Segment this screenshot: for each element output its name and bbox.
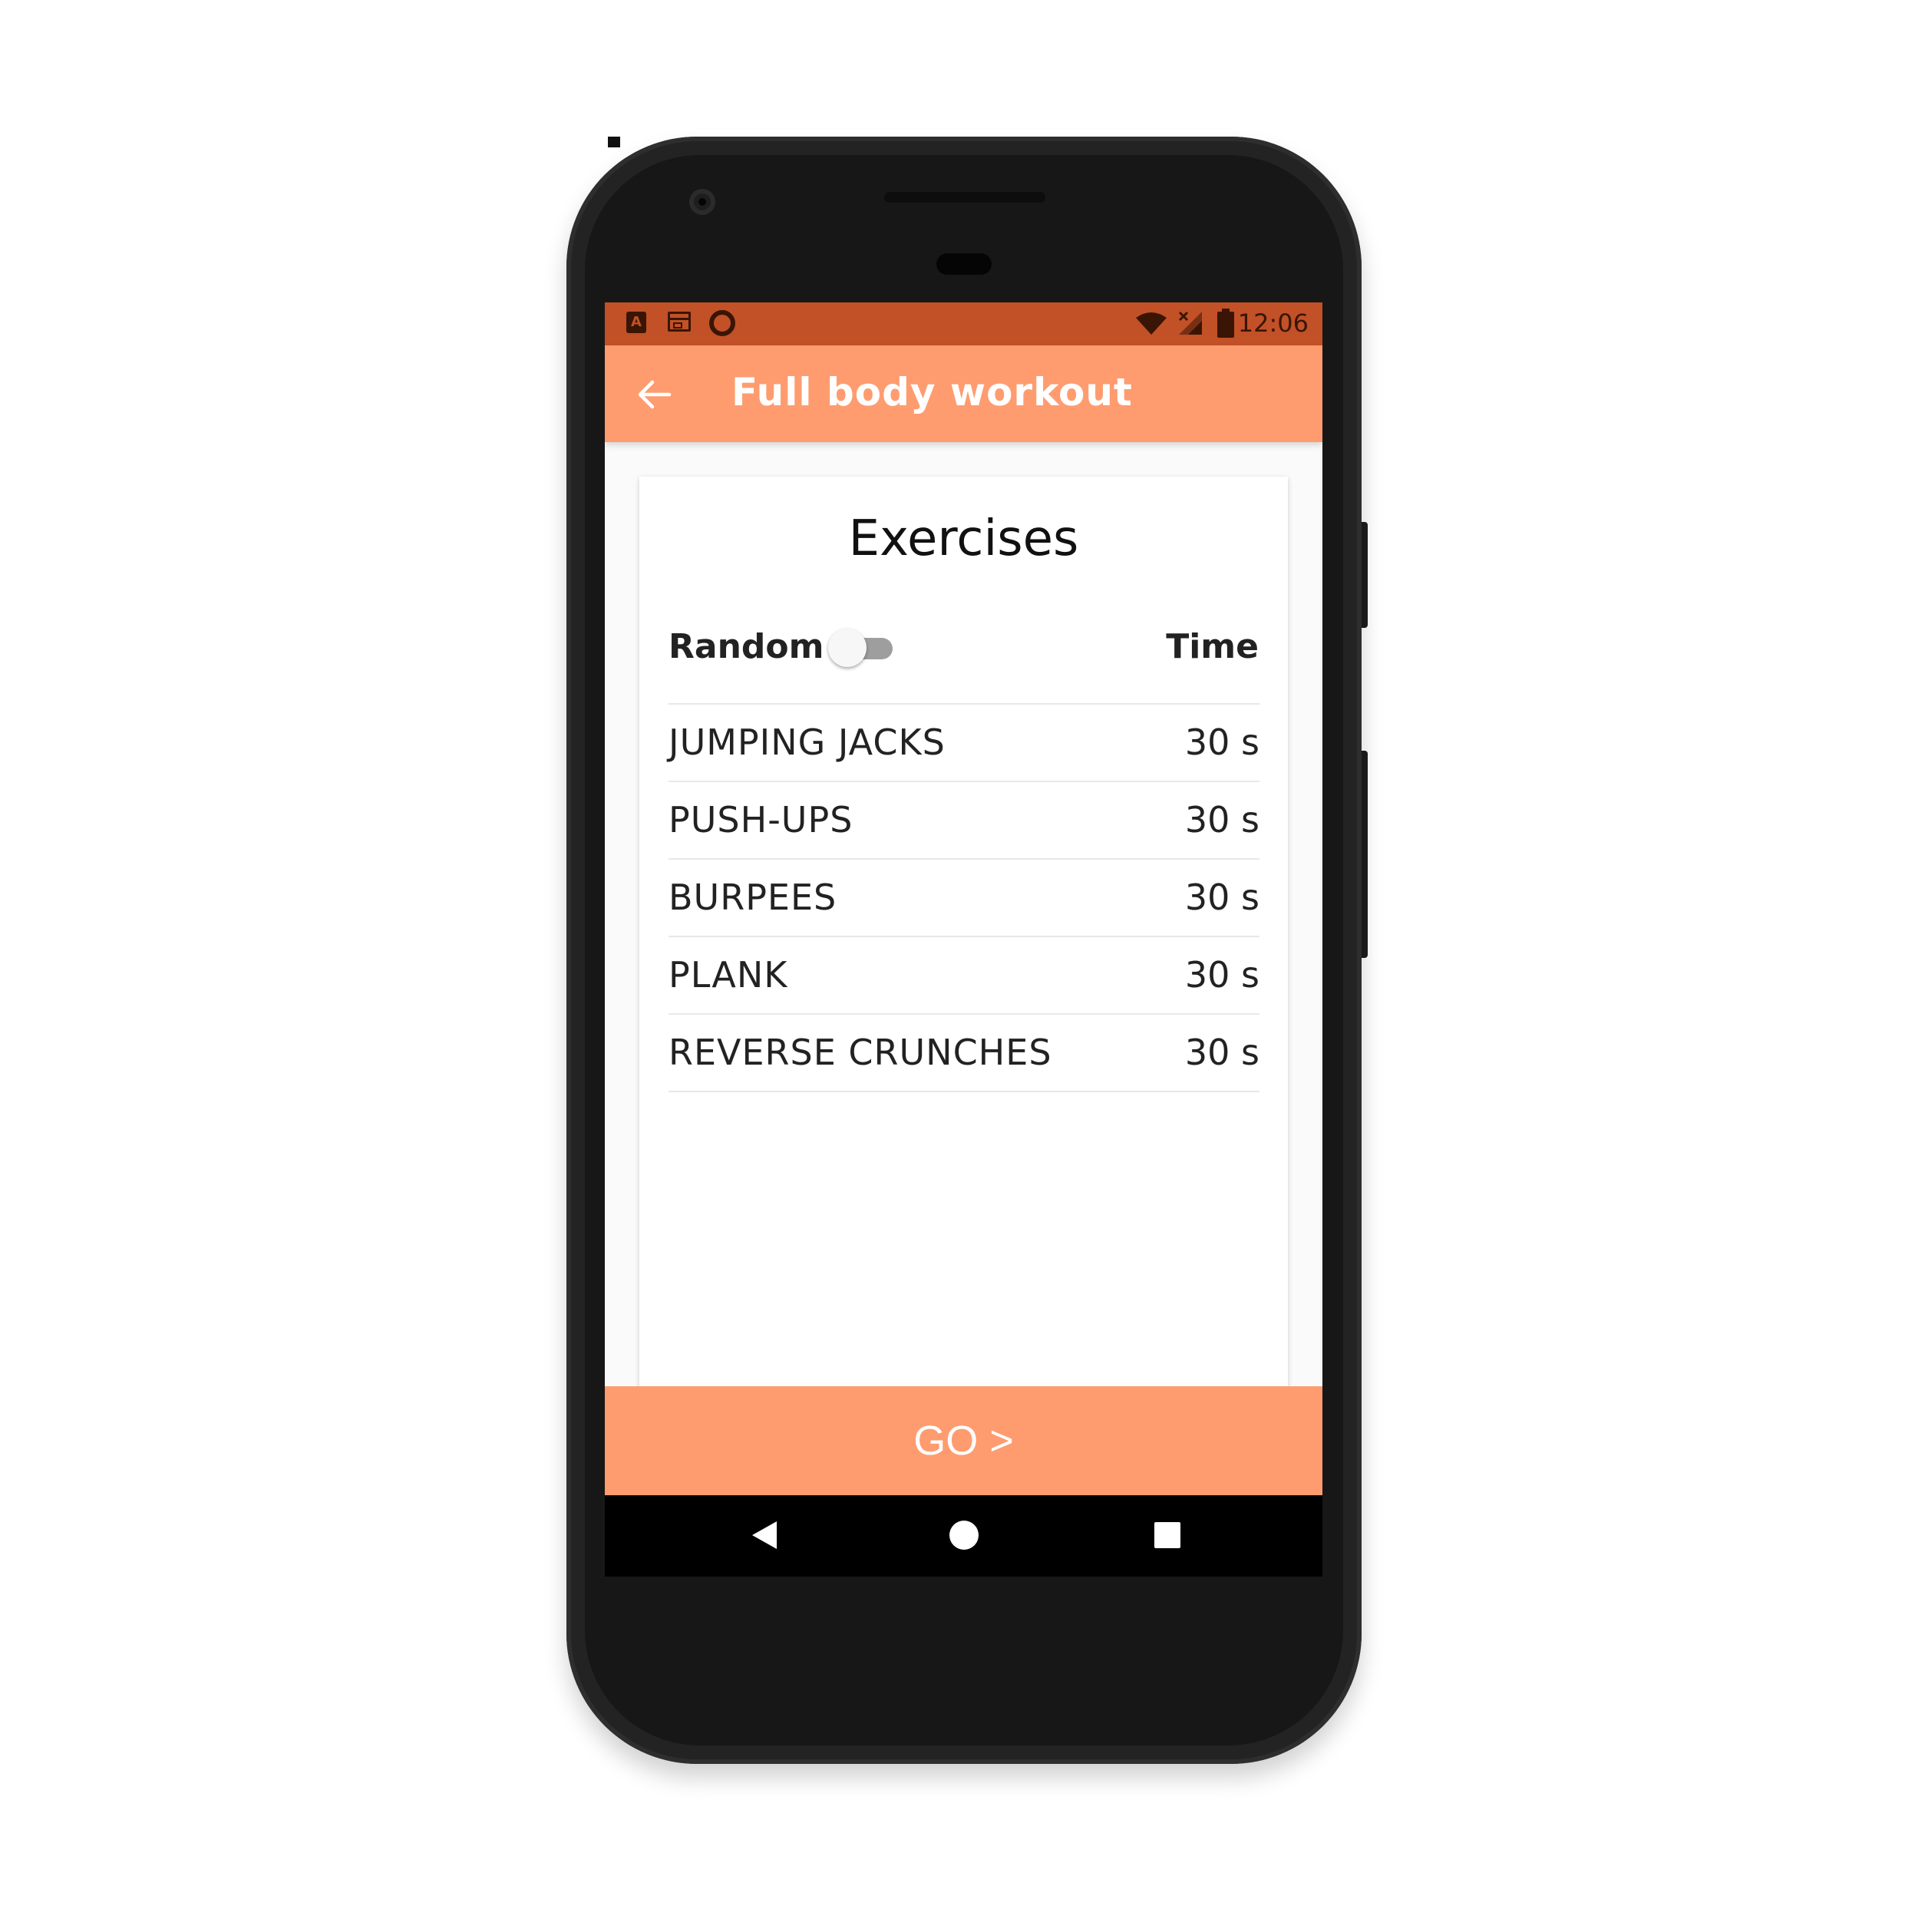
card-title: Exercises (848, 510, 1079, 567)
ring-icon (709, 310, 735, 336)
navigation-bar (605, 1495, 1322, 1577)
front-camera (689, 189, 715, 215)
page-title: Full body workout (731, 370, 1133, 414)
list-item[interactable]: PLANK 30 s (669, 936, 1259, 1013)
status-bar: A 12:06 (605, 302, 1322, 345)
nav-back-icon[interactable] (749, 1520, 780, 1551)
random-toggle[interactable] (828, 629, 893, 667)
exercise-name: PUSH-UPS (669, 799, 853, 841)
exercise-time: 30 s (1184, 722, 1259, 763)
nav-recents-icon[interactable] (1154, 1522, 1180, 1548)
calendar-icon (668, 312, 691, 332)
exercises-card: Exercises Random Time JUMPING JACKS 30 s… (639, 477, 1288, 1398)
status-time: 12:06 (1237, 309, 1309, 338)
nav-home-icon[interactable] (949, 1521, 979, 1550)
exercise-list: JUMPING JACKS 30 s PUSH-UPS 30 s BURPEES… (669, 703, 1259, 1092)
app-bar: Full body workout (605, 345, 1322, 442)
go-button-label: GO > (913, 1418, 1014, 1464)
exercise-time: 30 s (1184, 877, 1259, 918)
exercise-name: PLANK (669, 954, 788, 996)
list-item[interactable]: REVERSE CRUNCHES 30 s (669, 1013, 1259, 1092)
proximity-sensor (936, 253, 992, 275)
exercise-time: 30 s (1184, 799, 1259, 841)
random-label: Random (669, 627, 824, 666)
phone-top-notch (608, 137, 620, 147)
exercise-time: 30 s (1184, 954, 1259, 996)
battery-icon (1217, 309, 1234, 338)
exercise-name: REVERSE CRUNCHES (669, 1032, 1052, 1073)
arrow-back-icon[interactable] (636, 378, 674, 411)
exercise-name: BURPEES (669, 877, 837, 918)
list-item[interactable]: PUSH-UPS 30 s (669, 781, 1259, 858)
go-button[interactable]: GO > (605, 1386, 1322, 1495)
wifi-icon (1136, 312, 1167, 335)
earpiece-speaker (884, 192, 1045, 203)
phone-screen: A 12:06 Full body workout Exercises Rand… (605, 302, 1322, 1577)
list-item[interactable]: JUMPING JACKS 30 s (669, 703, 1259, 781)
signal-icon (1178, 311, 1202, 335)
toggle-thumb (828, 629, 867, 667)
app-a-icon: A (626, 312, 646, 333)
exercise-time: 30 s (1184, 1032, 1259, 1073)
time-header: Time (1166, 627, 1259, 666)
list-item[interactable]: BURPEES 30 s (669, 858, 1259, 936)
main-content: Exercises Random Time JUMPING JACKS 30 s… (605, 442, 1322, 1398)
exercise-name: JUMPING JACKS (669, 722, 946, 763)
